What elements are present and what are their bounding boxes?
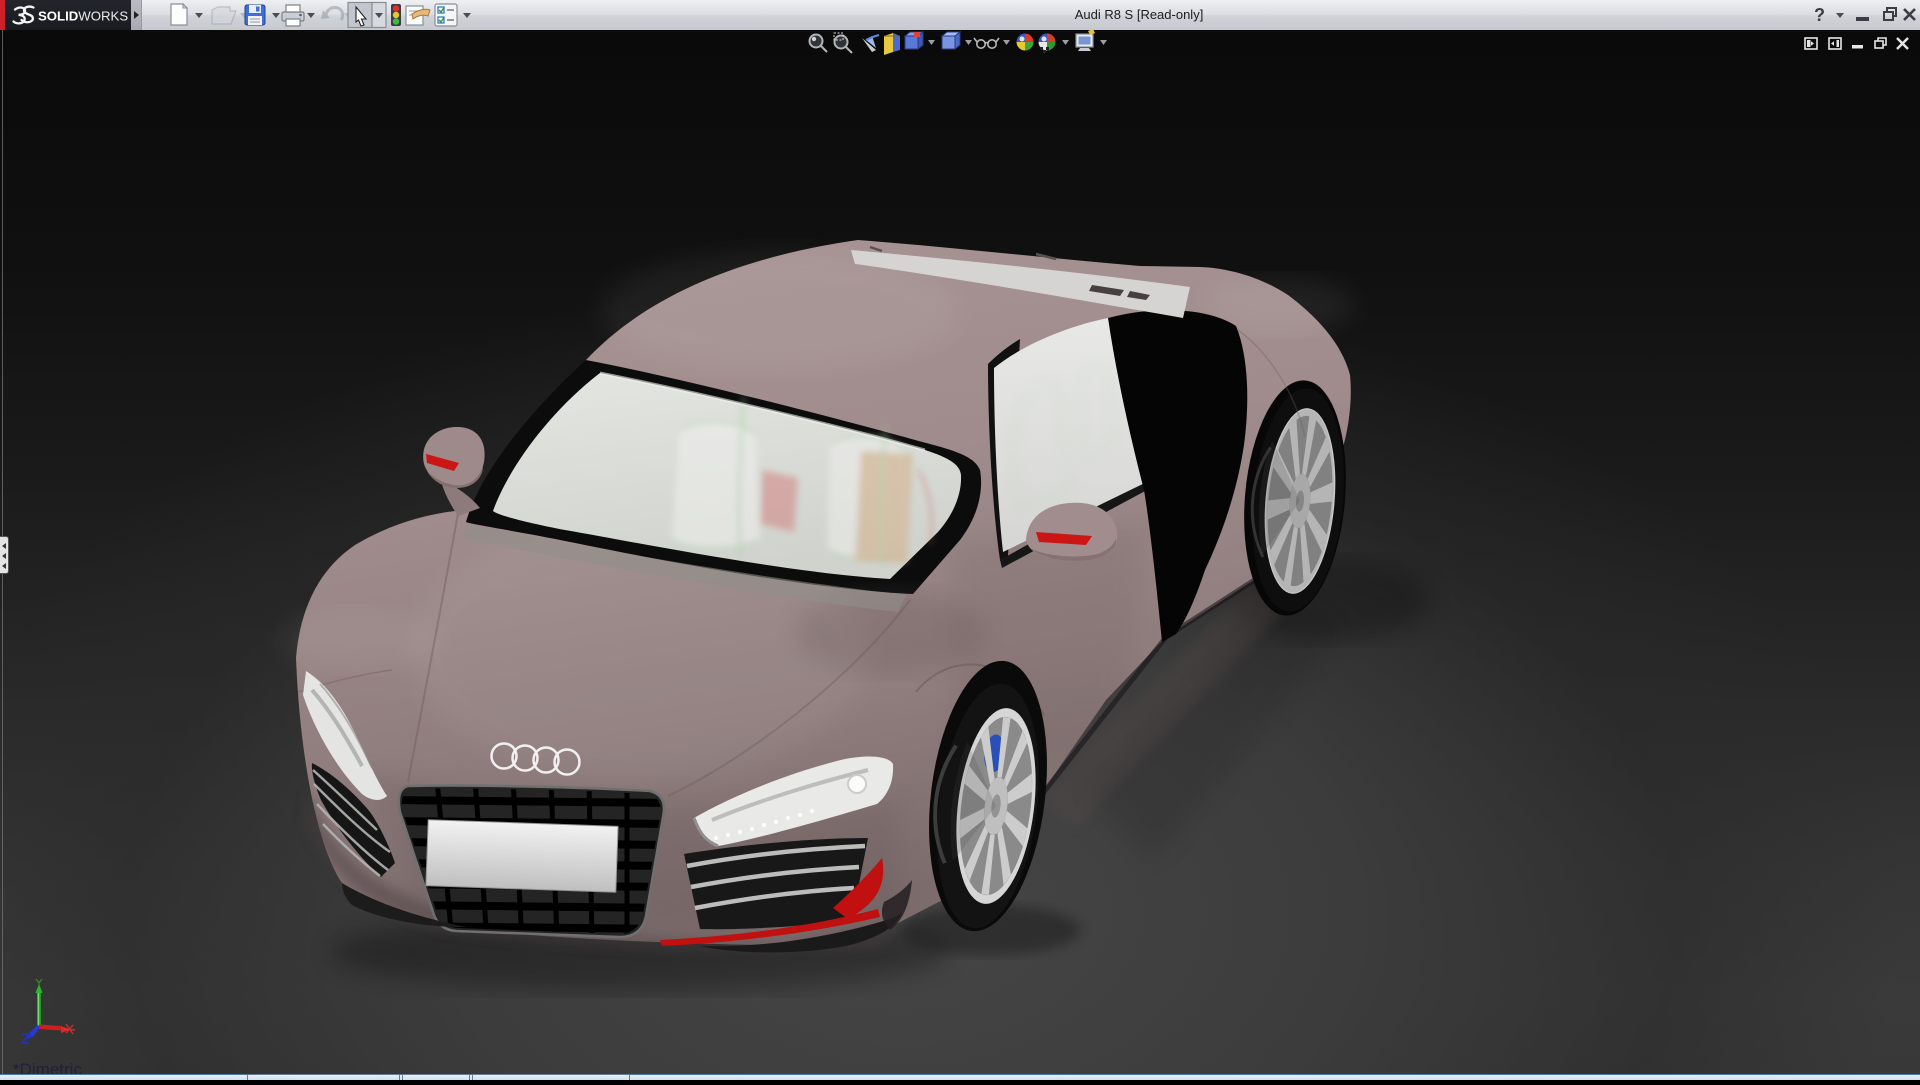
svg-text:SOLIDWORKS: SOLIDWORKS — [38, 9, 128, 24]
svg-text:?: ? — [1814, 5, 1825, 25]
